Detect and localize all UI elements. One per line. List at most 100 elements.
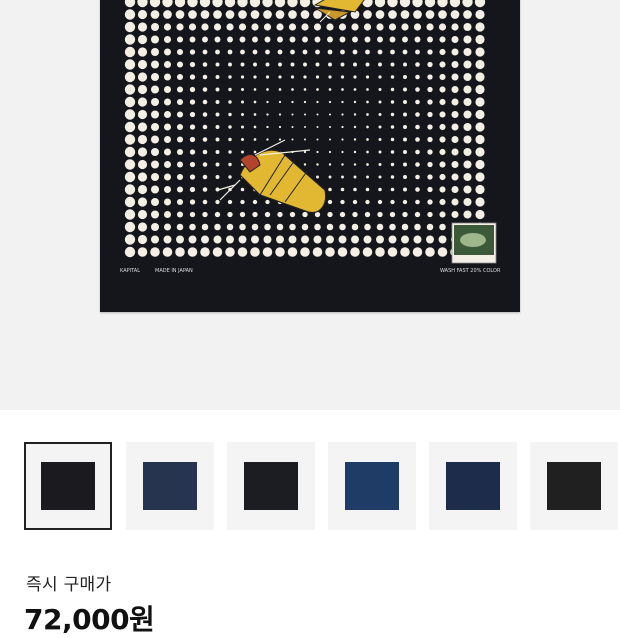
polka-dot: [188, 23, 197, 31]
polka-dot: [427, 124, 433, 130]
polka-dot: [163, 23, 172, 31]
polka-dot: [252, 49, 258, 55]
polka-dot: [124, 246, 136, 258]
polka-dot: [250, 10, 260, 19]
price-value: 72,000원: [24, 603, 155, 636]
polka-dot: [263, 235, 272, 244]
polka-dot: [451, 198, 459, 206]
polka-dot: [150, 222, 160, 232]
polka-dot: [328, 175, 332, 179]
polka-dot: [303, 75, 307, 79]
polka-dot: [439, 161, 446, 168]
polka-dot: [390, 62, 395, 67]
polka-dot: [189, 124, 196, 130]
polka-dot: [327, 49, 333, 55]
polka-dot: [427, 86, 433, 93]
polka-dot: [338, 23, 347, 31]
polka-dot: [376, 223, 384, 231]
polka-dot: [277, 211, 283, 218]
polka-dot: [439, 73, 446, 81]
polka-dot: [189, 174, 196, 180]
polka-dot: [403, 87, 407, 92]
polka-dot: [150, 172, 160, 182]
thumbnail-navy-white-print[interactable]: [429, 442, 517, 530]
polka-dot: [252, 211, 258, 218]
polka-dot: [301, 23, 309, 31]
thumbnail-blue-moon-pattern[interactable]: [328, 442, 416, 530]
polka-dot: [278, 138, 282, 141]
polka-dot: [241, 125, 244, 129]
polka-dot: [215, 75, 220, 79]
polka-dot: [313, 23, 322, 31]
polka-dot: [340, 187, 345, 192]
polka-dot: [150, 135, 160, 144]
polka-dot: [415, 74, 420, 80]
polka-dot: [316, 100, 319, 104]
polka-dot: [228, 162, 232, 167]
polka-dot: [163, 198, 172, 206]
polka-dot: [287, 0, 298, 8]
polka-dot: [462, 0, 473, 8]
polka-dot: [288, 235, 297, 244]
polka-dot: [202, 174, 208, 180]
polka-dot: [163, 210, 172, 219]
polka-dot: [288, 10, 297, 19]
polka-dot: [163, 60, 172, 69]
polka-dot: [124, 134, 136, 145]
polka-dot: [463, 197, 472, 207]
polka-dot: [226, 223, 234, 231]
polka-dot: [228, 100, 232, 104]
polka-dot: [390, 137, 395, 142]
polka-dot: [189, 199, 196, 205]
polka-dot: [150, 122, 160, 132]
polka-dot: [124, 9, 136, 20]
polka-dot: [338, 235, 347, 244]
polka-dot: [176, 148, 184, 156]
polka-dot: [388, 23, 397, 31]
polka-dot: [427, 149, 433, 155]
polka-dot: [463, 72, 472, 82]
thumbnail-black-moon-pattern[interactable]: [227, 442, 315, 530]
polka-dot: [427, 74, 433, 80]
polka-dot: [124, 21, 136, 33]
thumbnail-black-checker[interactable]: [530, 442, 618, 530]
polka-dot: [463, 135, 472, 144]
polka-dot: [427, 49, 433, 55]
polka-dot: [215, 137, 220, 142]
polka-dot: [353, 150, 357, 154]
polka-dot: [176, 161, 184, 168]
polka-dot: [463, 172, 472, 182]
polka-dot: [201, 23, 209, 31]
polka-dot: [176, 61, 184, 68]
polka-dot: [463, 147, 472, 157]
polka-dot: [202, 149, 208, 155]
polka-dot: [124, 171, 136, 183]
polka-dot: [315, 49, 320, 55]
polka-dot: [426, 223, 434, 231]
polka-dot: [403, 137, 407, 142]
polka-dot: [238, 23, 247, 31]
butterfly-bottom: [217, 139, 327, 214]
polka-dot: [390, 125, 395, 129]
polka-dot: [212, 0, 223, 8]
polka-dot: [437, 0, 448, 8]
polka-dot: [390, 199, 395, 205]
polka-dot: [189, 161, 196, 168]
polka-dot: [451, 185, 459, 194]
polka-dot: [363, 235, 372, 244]
polka-dot: [251, 235, 259, 244]
polka-dot: [275, 10, 285, 19]
polka-dot: [137, 109, 148, 120]
polka-dot: [137, 9, 148, 20]
polka-dot: [377, 36, 383, 43]
polka-dot: [403, 100, 407, 104]
polka-dot: [215, 112, 220, 117]
thumbnail-navy-butterfly[interactable]: [126, 442, 214, 530]
polka-dot: [189, 111, 196, 118]
polka-dot: [314, 223, 321, 231]
polka-dot: [413, 10, 422, 19]
thumbnail-black-polka-butterfly[interactable]: [24, 442, 112, 530]
polka-dot: [463, 160, 472, 169]
polka-dot: [399, 0, 411, 8]
polka-dot: [341, 88, 344, 91]
